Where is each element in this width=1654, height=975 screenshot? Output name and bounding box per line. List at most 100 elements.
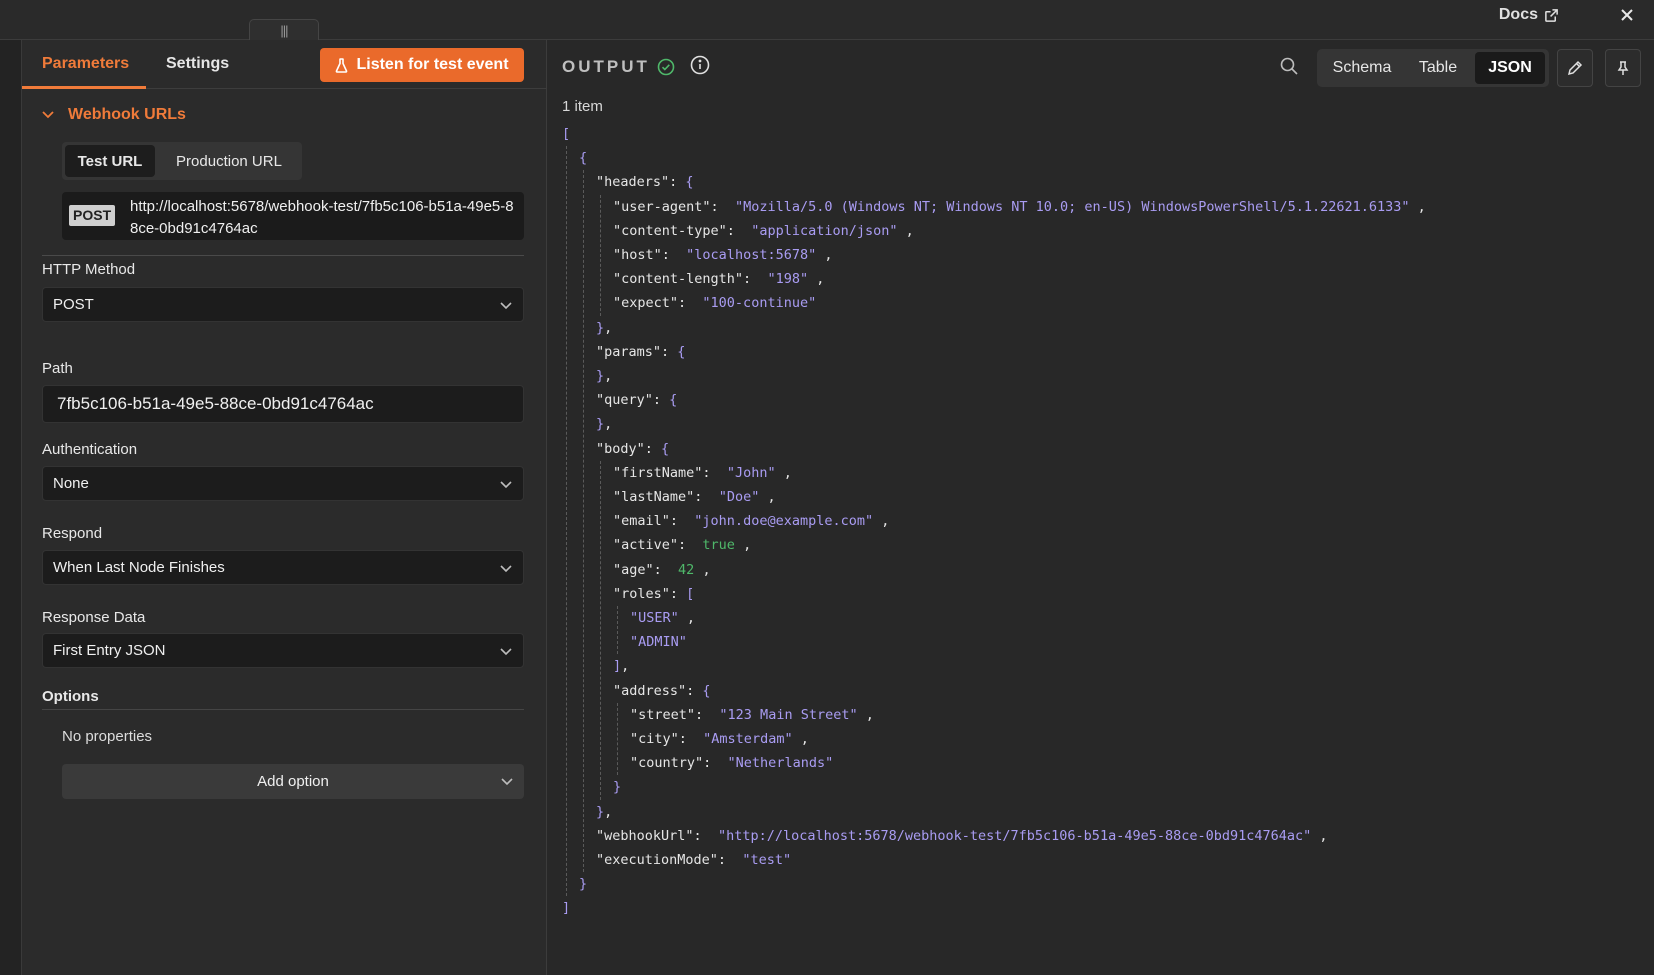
json-line: "street": "123 Main Street" , bbox=[630, 706, 874, 723]
pin-output-button[interactable] bbox=[1605, 49, 1641, 87]
json-line: "webhookUrl": "http://localhost:5678/web… bbox=[596, 827, 1328, 844]
indent-guide bbox=[617, 606, 618, 655]
chevron-down-icon bbox=[500, 481, 512, 489]
http-method-value: POST bbox=[53, 296, 94, 313]
active-tab-indicator bbox=[22, 86, 146, 89]
production-url-tab[interactable]: Production URL bbox=[160, 145, 298, 177]
indent-guide bbox=[600, 460, 601, 800]
search-icon[interactable] bbox=[1280, 57, 1298, 75]
indent-guide bbox=[583, 170, 584, 873]
listen-for-test-event-button[interactable]: Listen for test event bbox=[320, 48, 524, 82]
output-view-switch: Schema Table JSON bbox=[1317, 49, 1549, 87]
json-line: "ADMIN" bbox=[630, 634, 687, 651]
test-url-tab[interactable]: Test URL bbox=[65, 145, 155, 177]
no-properties-text: No properties bbox=[62, 728, 153, 745]
json-line: { bbox=[579, 150, 588, 167]
chevron-down-icon bbox=[500, 648, 512, 656]
respond-label: Respond bbox=[42, 525, 103, 542]
response-data-select[interactable]: First Entry JSON bbox=[42, 633, 524, 668]
json-line: "user-agent": "Mozilla/5.0 (Windows NT; … bbox=[613, 198, 1426, 215]
close-button[interactable] bbox=[1615, 3, 1639, 27]
json-line: }, bbox=[596, 319, 613, 336]
add-option-button[interactable]: Add option bbox=[62, 764, 524, 799]
json-line: "host": "localhost:5678" , bbox=[613, 247, 833, 263]
success-check-icon bbox=[657, 58, 675, 76]
tab-settings[interactable]: Settings bbox=[166, 55, 229, 73]
view-json-button[interactable]: JSON bbox=[1475, 52, 1545, 84]
pin-icon bbox=[1617, 61, 1629, 75]
indent-guide bbox=[600, 194, 601, 316]
json-line: "headers": { bbox=[596, 174, 694, 191]
json-line: [ bbox=[562, 126, 571, 142]
respond-value: When Last Node Finishes bbox=[53, 559, 225, 576]
json-line: "content-type": "application/json" , bbox=[613, 222, 914, 239]
webhook-urls-title: Webhook URLs bbox=[68, 106, 186, 123]
info-icon[interactable] bbox=[690, 55, 710, 75]
json-line: "firstName": "John" , bbox=[613, 464, 792, 481]
json-line: }, bbox=[596, 416, 613, 433]
pencil-icon bbox=[1567, 60, 1583, 76]
parameters-panel: Parameters Settings Listen for test even… bbox=[22, 40, 547, 975]
path-label: Path bbox=[42, 360, 73, 377]
top-bar: ||| Docs bbox=[0, 0, 1654, 41]
webhook-url-display[interactable]: POST http://localhost:5678/webhook-test/… bbox=[62, 192, 524, 240]
view-schema-button[interactable]: Schema bbox=[1321, 52, 1403, 84]
json-output: [ { "headers": { "user-agent": "Mozilla/5.0… bbox=[562, 122, 1642, 972]
json-line: ] bbox=[562, 900, 571, 917]
indent-guide bbox=[566, 146, 567, 897]
chevron-down-icon bbox=[501, 778, 513, 786]
url-type-switch: Test URL Production URL bbox=[62, 142, 302, 180]
json-line: "body": { bbox=[596, 440, 670, 457]
http-method-label: HTTP Method bbox=[42, 261, 136, 278]
json-line: "age": 42 , bbox=[613, 561, 711, 578]
path-value: 7fb5c106-b51a-49e5-88ce-0bd91c4764ac bbox=[57, 394, 374, 413]
json-line: ], bbox=[613, 658, 630, 675]
http-method-select[interactable]: POST bbox=[42, 287, 524, 322]
json-line: "address": { bbox=[613, 682, 711, 699]
json-line: "active": true , bbox=[613, 537, 752, 554]
json-line: } bbox=[613, 779, 622, 796]
divider bbox=[42, 255, 524, 256]
json-line: "roles": [ bbox=[613, 585, 695, 602]
response-data-value: First Entry JSON bbox=[53, 642, 166, 659]
authentication-select[interactable]: None bbox=[42, 466, 524, 501]
response-data-label: Response Data bbox=[42, 609, 146, 626]
docs-label: Docs bbox=[1498, 6, 1538, 23]
item-count: 1 item bbox=[562, 98, 603, 115]
chevron-down-icon bbox=[500, 302, 512, 310]
json-line: }, bbox=[596, 803, 613, 820]
chevron-down-icon bbox=[42, 111, 54, 119]
json-line: "email": "john.doe@example.com" , bbox=[613, 513, 890, 530]
json-line: "lastName": "Doe" , bbox=[613, 489, 776, 505]
path-input[interactable]: 7fb5c106-b51a-49e5-88ce-0bd91c4764ac bbox=[42, 385, 524, 423]
view-table-button[interactable]: Table bbox=[1405, 52, 1471, 84]
json-line: "country": "Netherlands" bbox=[630, 755, 834, 772]
authentication-label: Authentication bbox=[42, 441, 138, 458]
output-panel: OUTPUT Schema Table JSON 1 item [ { "heade… bbox=[547, 40, 1654, 975]
respond-select[interactable]: When Last Node Finishes bbox=[42, 550, 524, 585]
json-line: "city": "Amsterdam" , bbox=[630, 731, 809, 747]
output-title: OUTPUT bbox=[562, 57, 650, 76]
authentication-value: None bbox=[53, 475, 89, 492]
panel-tabs: Parameters Settings Listen for test even… bbox=[22, 40, 547, 89]
json-line: }, bbox=[596, 368, 613, 384]
indent-guide bbox=[617, 702, 618, 776]
webhook-urls-toggle[interactable]: Webhook URLs bbox=[42, 106, 186, 124]
tab-parameters[interactable]: Parameters bbox=[42, 55, 129, 73]
json-line: } bbox=[579, 876, 588, 893]
chevron-down-icon bbox=[500, 565, 512, 573]
json-line: "query": { bbox=[596, 392, 678, 409]
json-line: "expect": "100-continue" bbox=[613, 295, 817, 312]
add-option-label: Add option bbox=[257, 773, 329, 790]
docs-link[interactable]: Docs bbox=[1499, 4, 1559, 26]
close-icon bbox=[1621, 9, 1633, 21]
external-link-icon bbox=[1545, 8, 1558, 22]
json-line: "executionMode": "test" bbox=[596, 852, 792, 868]
json-line: "USER" , bbox=[630, 610, 696, 626]
panel-drag-handle[interactable]: ||| bbox=[249, 19, 319, 41]
canvas-edge bbox=[0, 40, 22, 975]
flask-icon bbox=[336, 57, 348, 73]
webhook-url-text: http://localhost:5678/webhook-test/7fb5c… bbox=[130, 198, 514, 237]
json-line: "params": { bbox=[596, 343, 686, 360]
edit-output-button[interactable] bbox=[1557, 49, 1593, 87]
